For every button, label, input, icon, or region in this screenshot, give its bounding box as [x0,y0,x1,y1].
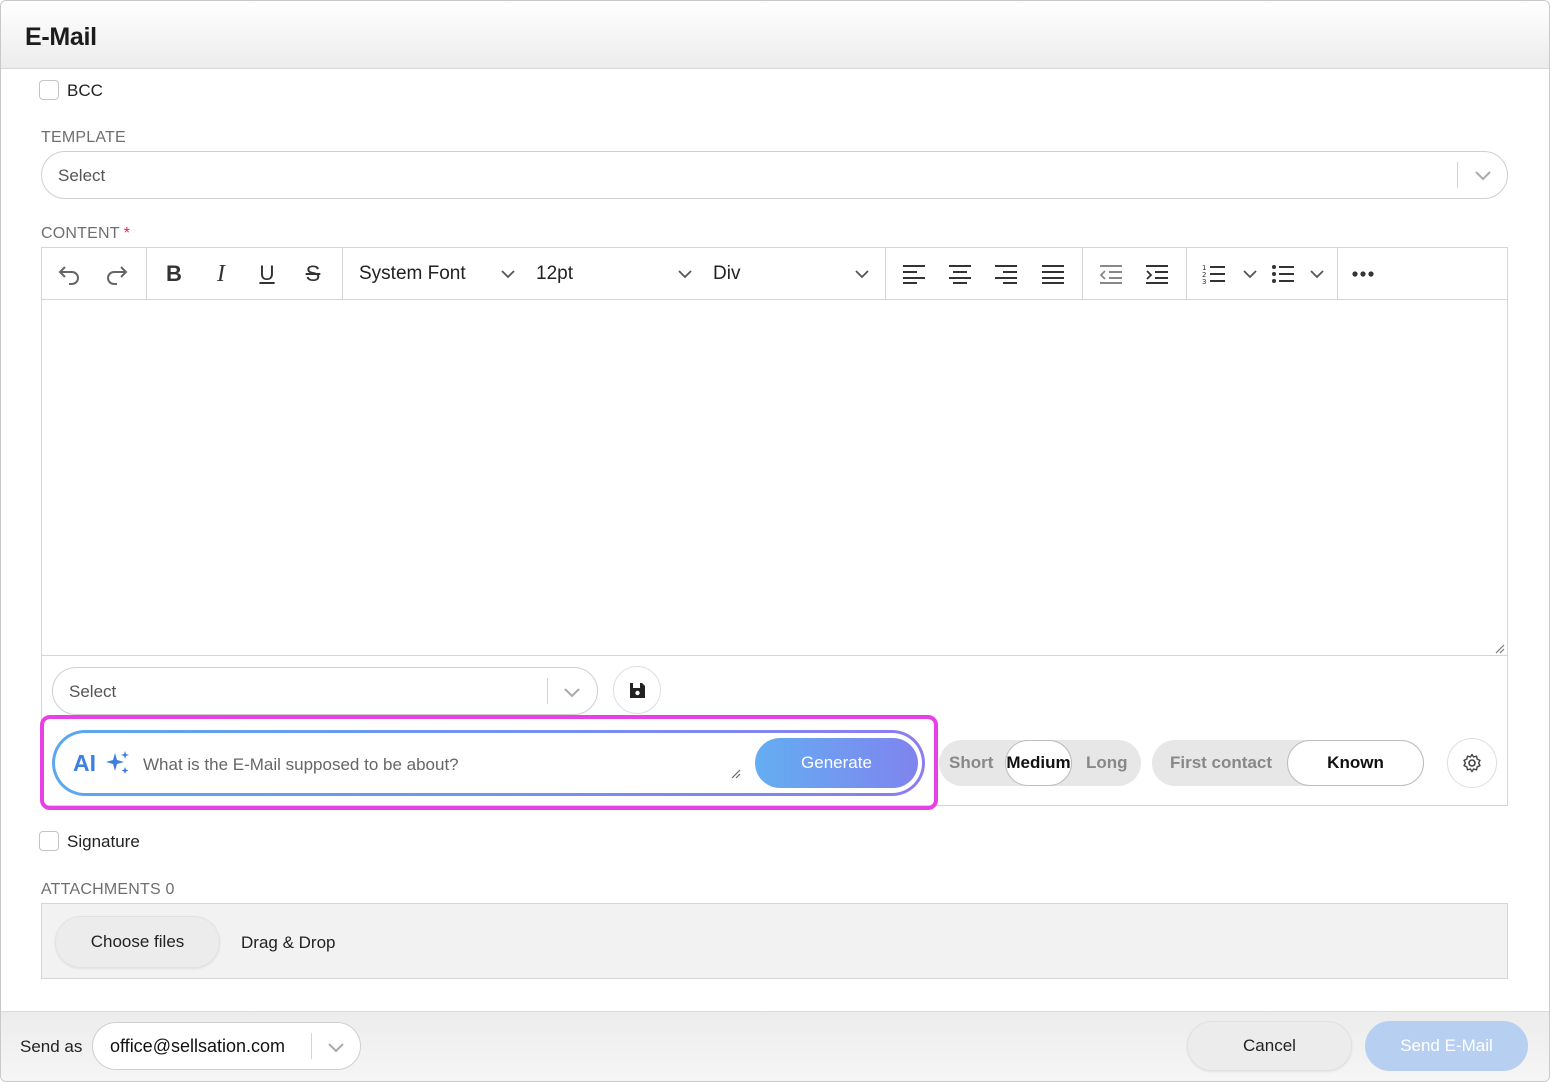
italic-button[interactable]: I [204,258,238,290]
block-format-select[interactable]: Div [713,263,740,285]
bullet-list-button[interactable] [1266,258,1300,290]
chevron-down-icon[interactable] [854,268,870,280]
strikethrough-icon: S [305,261,321,286]
strikethrough-button[interactable]: S [296,258,330,290]
signature-label: Signature [67,832,140,851]
undo-icon [58,266,79,285]
bullet-list-icon [1272,265,1294,283]
align-left-icon [903,265,925,284]
align-justify-button[interactable] [1036,258,1070,290]
underline-button[interactable]: U [250,258,284,290]
select-divider [547,678,548,704]
resize-handle-icon[interactable] [1493,642,1505,654]
redo-icon [107,266,128,285]
more-button[interactable] [1346,258,1380,290]
template-select-value: Select [58,166,106,185]
resize-handle-icon[interactable] [729,767,741,779]
chevron-down-icon[interactable] [1309,268,1325,280]
chevron-down-icon[interactable] [677,268,693,280]
numbered-list-icon: 123 [1202,264,1225,285]
snippet-select-value: Select [69,682,117,701]
font-family-select[interactable]: System Font [359,263,466,285]
more-horizontal-icon [1352,271,1374,277]
relationship-option-first-contact[interactable]: First contact [1170,753,1272,773]
redo-button[interactable] [100,258,134,290]
align-right-icon [995,265,1017,284]
ai-prompt-input[interactable]: What is the E-Mail supposed to be about? [143,755,459,775]
choose-files-button[interactable]: Choose files [55,916,220,968]
chevron-down-icon [564,688,580,698]
length-option-medium[interactable]: Medium [1005,740,1072,786]
indent-icon [1146,265,1168,284]
editor-body[interactable] [42,300,1507,656]
bcc-checkbox[interactable] [39,80,59,100]
template-select[interactable]: Select [41,151,1508,199]
bold-icon: B [166,261,182,286]
italic-icon: I [217,260,225,287]
indent-button[interactable] [1140,258,1174,290]
send-email-button[interactable]: Send E-Mail [1365,1021,1528,1071]
align-center-icon [949,265,971,284]
drag-drop-hint: Drag & Drop [241,933,336,952]
send-as-value: office@sellsation.com [110,1036,286,1056]
attachment-dropzone[interactable]: Choose files Drag & Drop [41,903,1508,979]
length-option-short[interactable]: Short [949,753,993,773]
outdent-icon [1099,265,1122,284]
email-dialog: E-Mail BCC TEMPLATE Select CONTENT * B I … [0,0,1550,1082]
chevron-down-icon [1475,171,1491,181]
required-asterisk: * [123,225,131,242]
send-as-label: Send as [20,1037,83,1056]
floppy-disk-icon [629,682,645,698]
chevron-down-icon [328,1043,344,1053]
toolbar-divider [885,248,886,300]
outdent-button[interactable] [1094,258,1128,290]
ai-settings-button[interactable] [1447,738,1497,788]
length-toggle: Short Medium Long [939,740,1141,786]
select-divider [311,1033,312,1059]
editor-toolbar: B I U S System Font 12pt Div 1 2 3 [42,248,1507,300]
align-justify-icon [1042,265,1064,284]
toolbar-divider [1186,248,1187,300]
relationship-toggle: First contact Known [1152,740,1424,786]
bold-button[interactable]: B [157,258,191,290]
dialog-footer: Send as office@sellsation.com Cancel Sen… [1,1011,1549,1081]
toolbar-divider [342,248,343,300]
svg-text:3: 3 [1202,278,1206,285]
align-right-button[interactable] [989,258,1023,290]
sparkles-icon [106,751,129,774]
undo-button[interactable] [52,258,86,290]
select-divider [1457,162,1458,188]
toolbar-divider [1082,248,1083,300]
cancel-button[interactable]: Cancel [1187,1021,1352,1071]
underline-icon: U [259,262,275,285]
content-label: CONTENT * [41,225,130,243]
relationship-option-known[interactable]: Known [1287,740,1424,786]
gear-icon [1463,753,1481,773]
font-size-select[interactable]: 12pt [536,263,573,285]
ai-prompt-inner: AI What is the E-Mail supposed to be abo… [55,733,922,793]
attachments-label: ATTACHMENTS 0 [41,881,175,898]
signature-checkbox[interactable] [39,831,59,851]
dialog-title: E-Mail [25,23,97,51]
dialog-header: E-Mail [1,1,1549,69]
template-label: TEMPLATE [41,129,126,146]
chevron-down-icon[interactable] [1242,268,1258,280]
align-left-button[interactable] [897,258,931,290]
numbered-list-button[interactable]: 123 [1197,258,1231,290]
save-snippet-button[interactable] [613,666,661,714]
content-label-text: CONTENT [41,225,120,242]
ai-label: AI [73,750,96,776]
length-option-long[interactable]: Long [1086,753,1128,773]
bcc-label: BCC [67,81,103,100]
chevron-down-icon[interactable] [500,268,516,280]
align-center-button[interactable] [943,258,977,290]
generate-button[interactable]: Generate [755,738,918,788]
toolbar-divider [1337,248,1338,300]
toolbar-divider [146,248,147,300]
send-as-select[interactable]: office@sellsation.com [92,1022,361,1070]
ai-prompt-box: AI What is the E-Mail supposed to be abo… [52,730,925,796]
snippet-select[interactable]: Select [52,667,598,715]
